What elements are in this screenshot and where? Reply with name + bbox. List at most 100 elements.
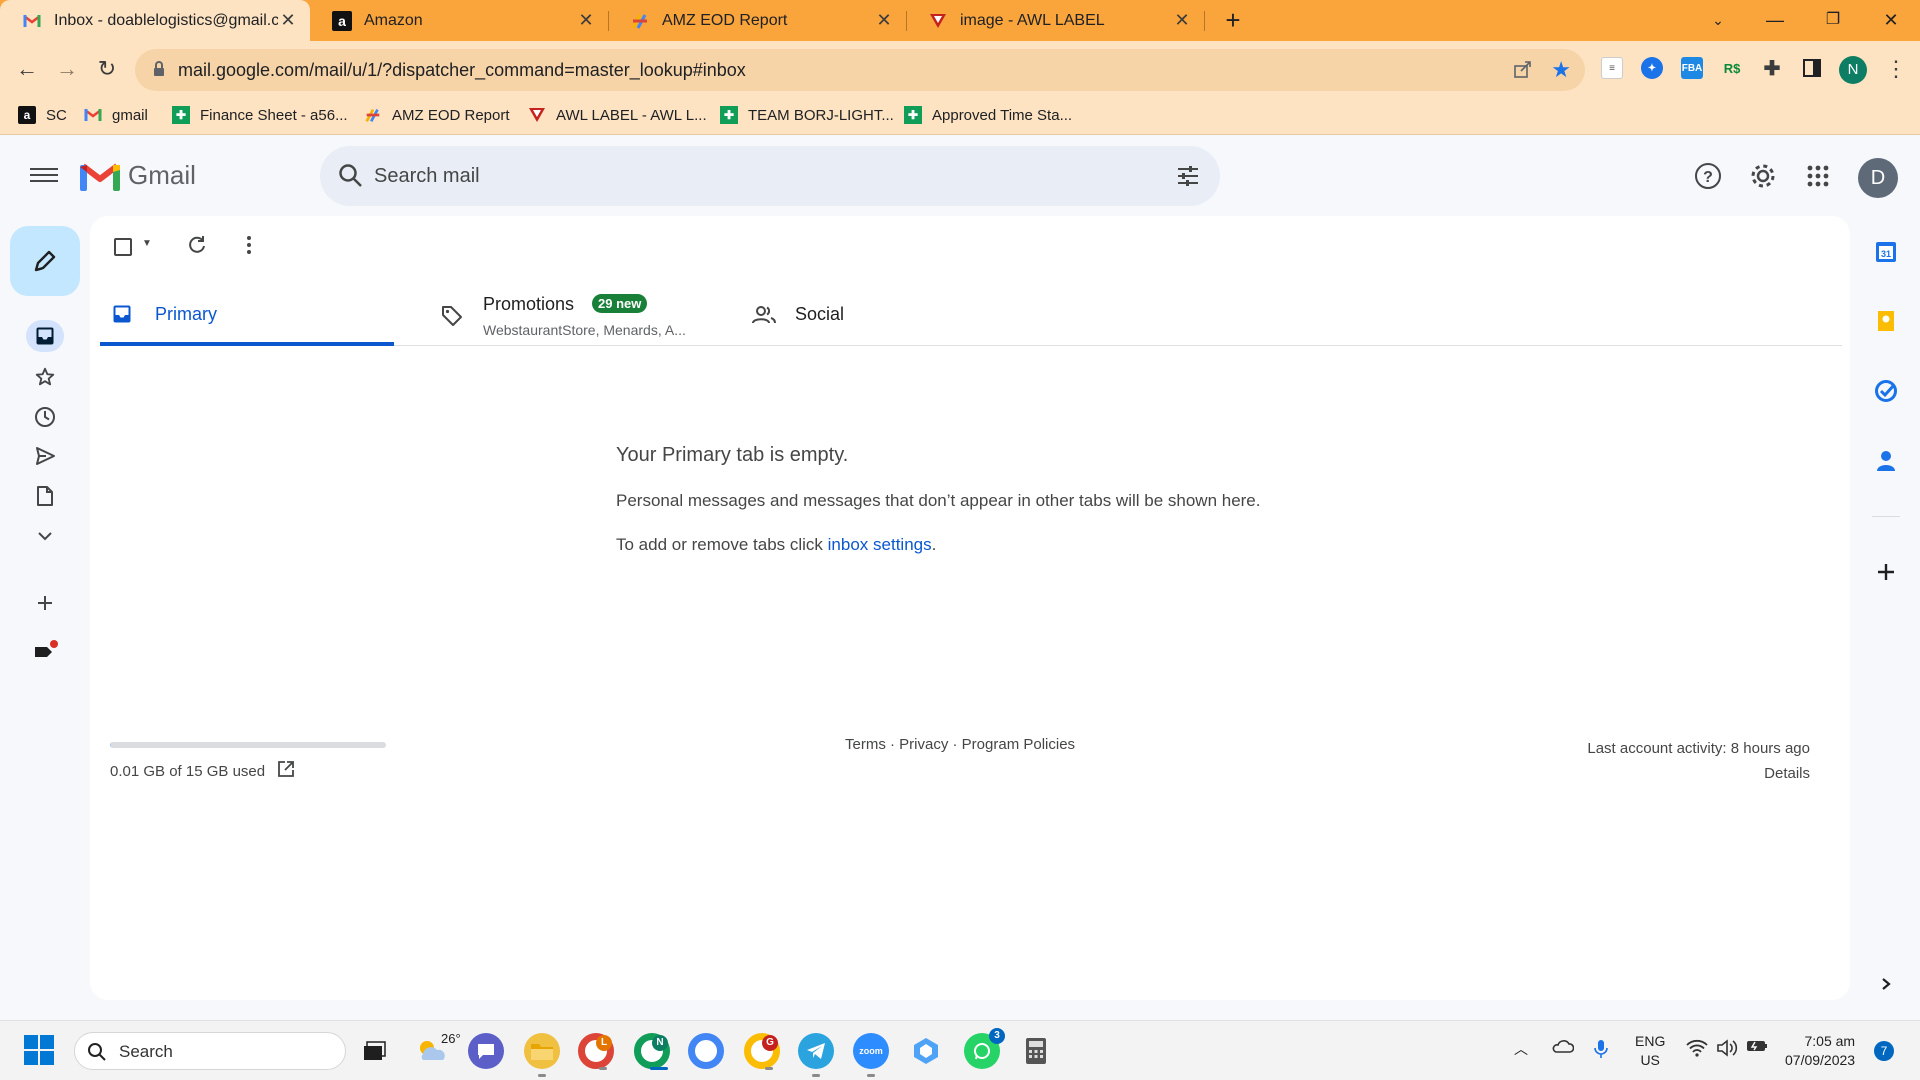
taskbar-search-box[interactable]: Search [74,1032,346,1070]
show-side-panel-chevron-icon[interactable] [1872,970,1900,998]
calendar-icon[interactable]: 31 [1872,238,1900,266]
keep-icon[interactable] [1872,307,1900,335]
search-options-icon[interactable] [1176,164,1200,193]
whatsapp-icon[interactable]: 3 [964,1028,1005,1069]
show-hidden-icons-chevron-icon[interactable]: ︿ [1514,1039,1528,1059]
bookmark-amz-eod[interactable]: AMZ EOD Report [364,106,510,124]
restore-button[interactable]: ❐ [1808,0,1858,41]
browser-tab-inbox[interactable]: Inbox - doablelogistics@gmail.co ✕ [0,0,310,41]
settings-gear-icon[interactable] [1747,160,1779,192]
chrome-profile-g-icon[interactable]: G [744,1033,780,1070]
bookmark-approved-time[interactable]: ✚ Approved Time Sta... [904,106,1072,124]
tab-primary[interactable]: Primary [100,284,394,346]
microphone-icon[interactable] [1594,1039,1608,1062]
google-apps-icon[interactable] [1802,160,1834,192]
forward-button[interactable]: → [52,55,82,85]
browser-menu-icon[interactable]: ⋮ [1885,56,1907,82]
browser-tab-awl-label[interactable]: image - AWL LABEL ✕ [906,0,1204,41]
bookmark-finance-sheet[interactable]: ✚ Finance Sheet - a56... [172,106,348,124]
notification-count-badge[interactable]: 7 [1874,1041,1894,1061]
new-tab-button[interactable]: + [1218,6,1248,36]
main-menu-icon[interactable] [30,164,58,186]
chrome-icon[interactable] [688,1033,724,1069]
task-view-icon[interactable] [356,1033,392,1069]
photos-icon[interactable] [908,1033,944,1069]
refresh-icon[interactable] [186,234,208,261]
extension-icon[interactable]: FBA [1681,57,1703,79]
chrome-profile-n-icon[interactable]: N [634,1033,670,1070]
extension-icon[interactable]: ≡ [1601,57,1623,79]
input-language[interactable]: ENG US [1635,1032,1665,1070]
bookmark-label: TEAM BORJ-LIGHT... [748,106,894,124]
browser-profile-avatar[interactable]: N [1839,56,1867,84]
details-link[interactable]: Details [1587,761,1810,786]
more-options-icon[interactable] [238,234,260,261]
windows-start-icon[interactable] [24,1035,54,1065]
wifi-icon[interactable] [1686,1039,1708,1060]
teams-chat-icon[interactable] [468,1033,504,1069]
storage-meter-fill [110,742,112,748]
open-external-icon[interactable] [277,760,295,782]
extension-icon[interactable]: ✦ [1641,57,1663,79]
bookmark-awl-label[interactable]: AWL LABEL - AWL L... [528,106,707,124]
extensions-puzzle-icon[interactable]: ✚ [1761,57,1783,80]
get-addons-plus-icon[interactable] [1872,558,1900,586]
search-icon[interactable] [338,163,364,194]
side-panel-icon[interactable] [1801,57,1823,79]
select-caret-icon[interactable]: ▼ [142,238,152,249]
close-tab-icon[interactable]: ✕ [576,10,596,31]
file-explorer-icon[interactable] [524,1033,560,1077]
snoozed-clock-icon[interactable] [26,401,64,433]
contacts-icon[interactable] [1872,447,1900,475]
close-window-button[interactable]: ✕ [1866,0,1916,41]
search-input[interactable] [374,160,1134,192]
zoom-icon[interactable]: zoom [853,1033,889,1077]
tab-social[interactable]: Social [740,284,1034,346]
telegram-icon[interactable] [798,1033,834,1077]
sheets-icon: ✚ [904,106,922,124]
minimize-button[interactable]: — [1750,0,1800,41]
sent-icon[interactable] [26,440,64,472]
address-bar[interactable]: mail.google.com/mail/u/1/?dispatcher_com… [135,49,1585,91]
browser-tab-amz-eod[interactable]: AMZ EOD Report ✕ [608,0,906,41]
system-clock[interactable]: 7:05 am 07/09/2023 [1785,1032,1855,1070]
taskbar-search-label: Search [119,1042,173,1061]
drafts-icon[interactable] [26,480,64,512]
tab-divider [1204,11,1205,31]
close-tab-icon[interactable]: ✕ [1172,10,1192,31]
tab-promotions[interactable]: Promotions 29 new WebstaurantStore, Mena… [428,284,722,346]
calculator-icon[interactable] [1018,1033,1054,1069]
starred-icon[interactable] [26,361,64,393]
gmail-logo[interactable]: Gmail [80,160,196,191]
bookmark-star-icon[interactable]: ★ [1551,57,1571,83]
inbox-settings-link[interactable]: inbox settings [828,535,932,554]
account-avatar[interactable]: D [1858,158,1898,198]
reload-button[interactable]: ↻ [92,55,122,85]
footer-policy-links[interactable]: Terms · Privacy · Program Policies [845,736,1075,753]
volume-icon[interactable] [1716,1039,1738,1060]
bookmark-sc[interactable]: a SC [18,106,67,124]
battery-icon[interactable] [1746,1039,1768,1056]
bookmark-team-borj[interactable]: ✚ TEAM BORJ-LIGHT... [720,106,894,124]
create-label-plus-icon[interactable] [26,587,64,619]
extension-icon[interactable]: R$ [1721,57,1743,79]
search-bar[interactable] [320,146,1220,206]
onedrive-cloud-icon[interactable] [1552,1039,1575,1056]
compose-button[interactable] [10,226,80,296]
label-tag-icon[interactable] [26,635,64,667]
inbox-icon[interactable] [26,320,64,352]
chrome-profile-l-icon[interactable]: L [578,1033,614,1070]
browser-tab-amazon[interactable]: a Amazon ✕ [310,0,608,41]
back-button[interactable]: ← [12,55,42,85]
more-chevron-icon[interactable] [26,520,64,552]
select-all-checkbox[interactable] [114,238,132,256]
tab-search-chevron-icon[interactable]: ⌄ [1693,0,1743,41]
close-tab-icon[interactable]: ✕ [874,10,894,31]
tasks-icon[interactable] [1872,377,1900,405]
awl-icon [928,11,948,31]
bookmark-gmail[interactable]: gmail [84,106,148,124]
close-tab-icon[interactable]: ✕ [278,10,298,31]
lock-icon[interactable] [153,61,165,82]
share-icon[interactable] [1513,59,1533,84]
help-icon[interactable]: ? [1692,160,1724,192]
